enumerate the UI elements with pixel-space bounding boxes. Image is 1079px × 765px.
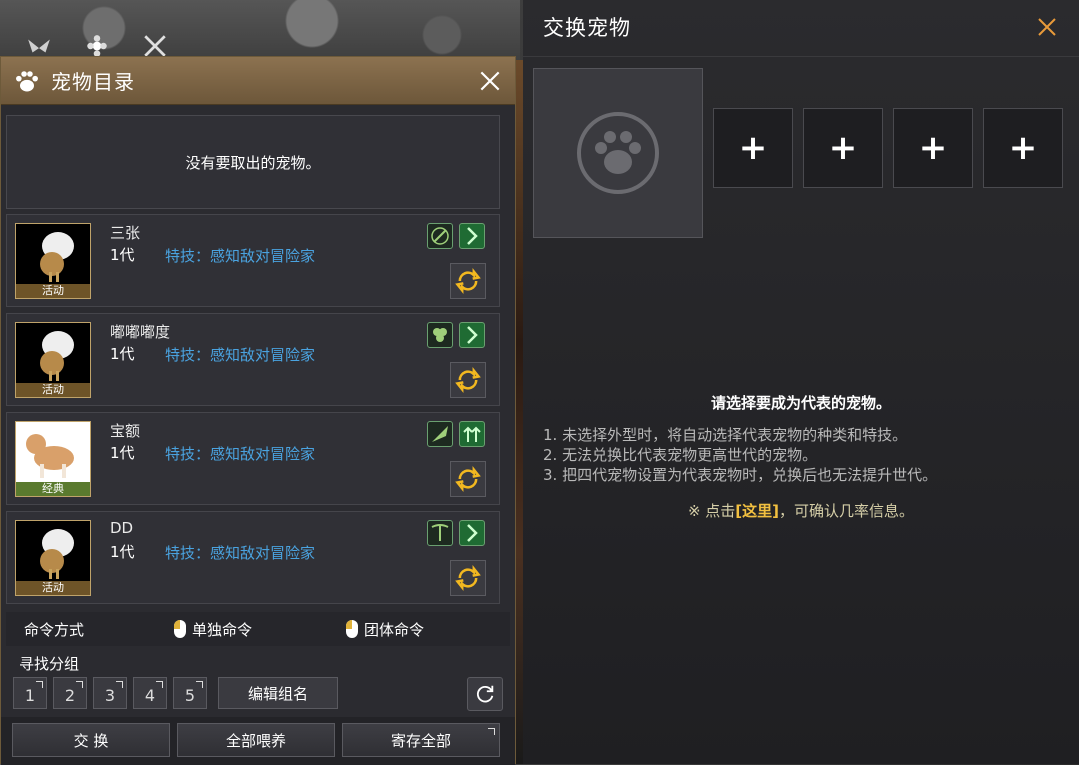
pet-skill: 特技：感知敌对冒险家 <box>165 445 316 463</box>
chick-in-egg-icon <box>16 323 90 385</box>
empty-message-box: 没有要取出的宠物。 <box>6 115 500 209</box>
note-line: 1. 未选择外型时，将自动选择代表宠物的种类和特技。 <box>543 426 908 444</box>
material-pet-slot-3[interactable]: + <box>893 108 973 188</box>
pet-status-badge: 活动 <box>16 284 90 298</box>
pet-row[interactable]: 经典 宝额 1代 特技：感知敌对冒险家 <box>6 412 500 505</box>
feed-all-button-label: 全部喂养 <box>225 731 286 750</box>
pet-generation: 1代 <box>110 246 135 264</box>
pickaxe-skill-icon <box>427 520 453 546</box>
pet-name: 宝额 <box>110 422 141 440</box>
pet-status-badge: 活动 <box>16 581 90 595</box>
exchange-pet-button[interactable] <box>450 263 486 299</box>
pet-panel-header: 宠物目录 <box>1 57 515 105</box>
note-line: 3. 把四代宠物设置为代表宠物时，兑换后也无法提升世代。 <box>543 466 938 484</box>
wing-skill-icon <box>427 421 453 447</box>
store-all-button[interactable]: 寄存全部 <box>342 723 500 757</box>
refresh-icon <box>477 685 494 703</box>
refresh-button[interactable] <box>467 677 503 711</box>
group-button-4[interactable]: 4 <box>133 677 167 709</box>
exchange-pet-panel: 交换宠物 + + + + 请选择要成为代表的宠物。 1. 未选择外型时，将自动选… <box>523 0 1079 764</box>
pet-row[interactable]: 活动 DD 1代 特技：感知敌对冒险家 <box>6 511 500 604</box>
swap-arrows-icon <box>455 367 481 393</box>
edit-group-name-button[interactable]: 编辑组名 <box>218 677 338 709</box>
exchange-pet-button[interactable] <box>450 461 486 497</box>
arrows-up-skill-icon <box>459 421 485 447</box>
close-icon[interactable] <box>1035 15 1059 39</box>
pet-name: DD <box>110 519 134 537</box>
probability-info-line: ※ 点击[这里]，可确认几率信息。 <box>523 500 1079 521</box>
exchange-notes: 1. 未选择外型时，将自动选择代表宠物的种类和特技。 2. 无法兑换比代表宠物更… <box>543 425 937 485</box>
group-button-1[interactable]: 1 <box>13 677 47 709</box>
pickaxe-skill-icon <box>427 223 453 249</box>
pet-portrait: 经典 <box>15 421 91 497</box>
chick-in-egg-icon <box>16 521 90 583</box>
chick-in-egg-icon <box>16 224 90 286</box>
group-button-3[interactable]: 3 <box>93 677 127 709</box>
pet-status-badge: 活动 <box>16 383 90 397</box>
close-icon[interactable] <box>477 68 503 94</box>
pet-row[interactable]: 活动 三张 1代 特技：感知敌对冒险家 <box>6 214 500 307</box>
header-divider <box>523 56 1079 57</box>
material-pet-slot-1[interactable]: + <box>713 108 793 188</box>
single-command-label: 单独命令 <box>192 620 253 639</box>
pet-panel-title: 宠物目录 <box>51 70 135 94</box>
single-command-option[interactable]: 单独命令 <box>174 619 252 640</box>
material-pet-slot-4[interactable]: + <box>983 108 1063 188</box>
pet-list-panel: 宠物目录 没有要取出的宠物。 活动 三张 1代 特技：感知敌对冒险家 活动 嘟嘟… <box>0 56 516 765</box>
pet-portrait: 活动 <box>15 520 91 596</box>
speed-skill-icon <box>459 322 485 348</box>
pet-portrait: 活动 <box>15 223 91 299</box>
pet-skill: 特技：感知敌对冒险家 <box>165 544 316 562</box>
pet-name: 嘟嘟嘟度 <box>110 323 171 341</box>
exchange-button[interactable]: 交 换 <box>12 723 170 757</box>
exchange-panel-title: 交换宠物 <box>543 16 631 40</box>
speed-skill-icon <box>459 520 485 546</box>
dog-icon <box>16 422 90 484</box>
pet-name: 三张 <box>110 224 141 242</box>
swap-arrows-icon <box>455 565 481 591</box>
feed-all-button[interactable]: 全部喂养 <box>177 723 335 757</box>
paw-icon <box>16 70 38 91</box>
pet-status-badge: 经典 <box>16 482 90 496</box>
group-command-label: 团体命令 <box>364 620 425 639</box>
command-mode-row: 命令方式 单独命令 团体命令 <box>6 612 510 646</box>
group-command-option[interactable]: 团体命令 <box>346 619 424 640</box>
store-all-button-label: 寄存全部 <box>390 731 451 750</box>
empty-message: 没有要取出的宠物。 <box>185 153 321 172</box>
select-representative-message: 请选择要成为代表的宠物。 <box>710 394 891 412</box>
background-strip <box>515 60 523 764</box>
mouse-left-icon <box>346 620 358 638</box>
pet-generation: 1代 <box>110 444 135 462</box>
swap-arrows-icon <box>455 268 481 294</box>
group-button-5[interactable]: 5 <box>173 677 207 709</box>
material-pet-slot-2[interactable]: + <box>803 108 883 188</box>
pet-generation: 1代 <box>110 345 135 363</box>
probability-info-link[interactable]: [这里] <box>735 502 779 520</box>
pet-portrait: 活动 <box>15 322 91 398</box>
speed-skill-icon <box>459 223 485 249</box>
pet-skill: 特技：感知敌对冒险家 <box>165 247 316 265</box>
group-search-label: 寻找分组 <box>19 655 80 673</box>
note-line: 2. 无法兑换比代表宠物更高世代的宠物。 <box>543 446 818 464</box>
link-prefix: ※ 点击 <box>687 502 736 520</box>
pet-row[interactable]: 活动 嘟嘟嘟度 1代 特技：感知敌对冒险家 <box>6 313 500 406</box>
group-button-2[interactable]: 2 <box>53 677 87 709</box>
mouse-left-icon <box>174 620 186 638</box>
clover-skill-icon <box>427 322 453 348</box>
pet-skill: 特技：感知敌对冒险家 <box>165 346 316 364</box>
paw-icon <box>577 112 659 194</box>
exchange-button-label: 交 换 <box>73 731 109 750</box>
command-mode-label: 命令方式 <box>24 620 85 639</box>
exchange-pet-button[interactable] <box>450 362 486 398</box>
swap-arrows-icon <box>455 466 481 492</box>
popout-icon <box>488 728 495 735</box>
pet-generation: 1代 <box>110 543 135 561</box>
exchange-pet-button[interactable] <box>450 560 486 596</box>
representative-pet-slot[interactable] <box>533 68 703 238</box>
link-suffix: ，可确认几率信息。 <box>779 502 915 520</box>
